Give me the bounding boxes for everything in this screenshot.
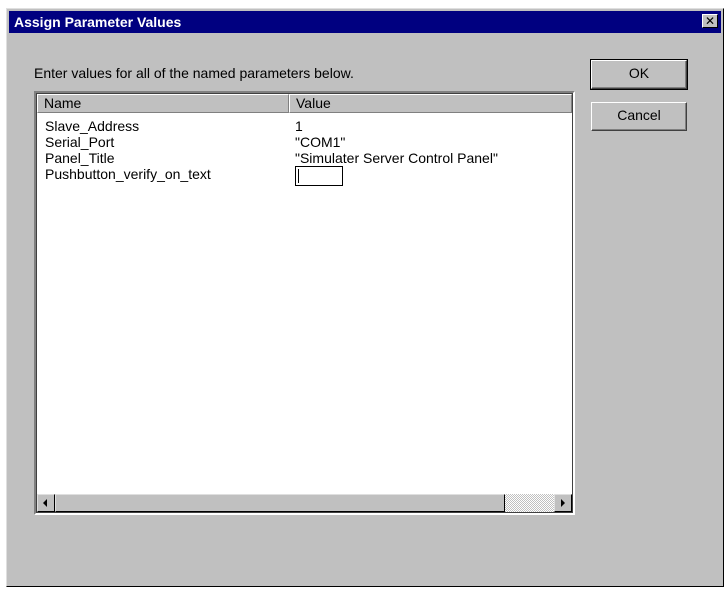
list-item[interactable]: Slave_Address 1 [37, 118, 572, 134]
horizontal-scrollbar[interactable] [37, 494, 572, 512]
instructions-text: Enter values for all of the named parame… [34, 65, 354, 81]
param-value[interactable]: 1 [295, 118, 303, 134]
param-name: Slave_Address [45, 118, 140, 134]
param-value-input[interactable] [295, 166, 343, 186]
param-name: Pushbutton_verify_on_text [45, 166, 211, 182]
scroll-right-button[interactable] [554, 494, 572, 512]
list-item[interactable]: Panel_Title "Simulater Server Control Pa… [37, 150, 572, 166]
list-header: Name Value [37, 94, 572, 113]
title-bar[interactable]: Assign Parameter Values ✕ [9, 11, 721, 33]
list-item[interactable]: Serial_Port "COM1" [37, 134, 572, 150]
list-item[interactable]: Pushbutton_verify_on_text [37, 166, 572, 186]
dialog-title: Assign Parameter Values [14, 14, 182, 30]
param-name: Panel_Title [45, 150, 115, 166]
list-body: Slave_Address 1 Serial_Port "COM1" Panel… [37, 114, 572, 492]
column-header-value[interactable]: Value [289, 94, 572, 113]
param-name: Serial_Port [45, 134, 115, 150]
close-icon: ✕ [704, 14, 716, 28]
assign-parameter-dialog: Assign Parameter Values ✕ Enter values f… [6, 8, 724, 587]
column-header-name[interactable]: Name [37, 94, 289, 113]
scroll-left-button[interactable] [37, 494, 55, 512]
scroll-thumb[interactable] [55, 494, 505, 512]
arrow-left-icon [43, 499, 47, 507]
text-caret [298, 169, 299, 183]
ok-button[interactable]: OK [590, 59, 688, 90]
param-value[interactable]: "Simulater Server Control Panel" [295, 150, 498, 166]
close-button[interactable]: ✕ [702, 14, 718, 28]
parameters-list[interactable]: Name Value Slave_Address 1 Serial_Port "… [34, 91, 575, 515]
param-value[interactable]: "COM1" [295, 134, 345, 150]
cancel-button[interactable]: Cancel [591, 102, 687, 131]
arrow-right-icon [561, 499, 565, 507]
